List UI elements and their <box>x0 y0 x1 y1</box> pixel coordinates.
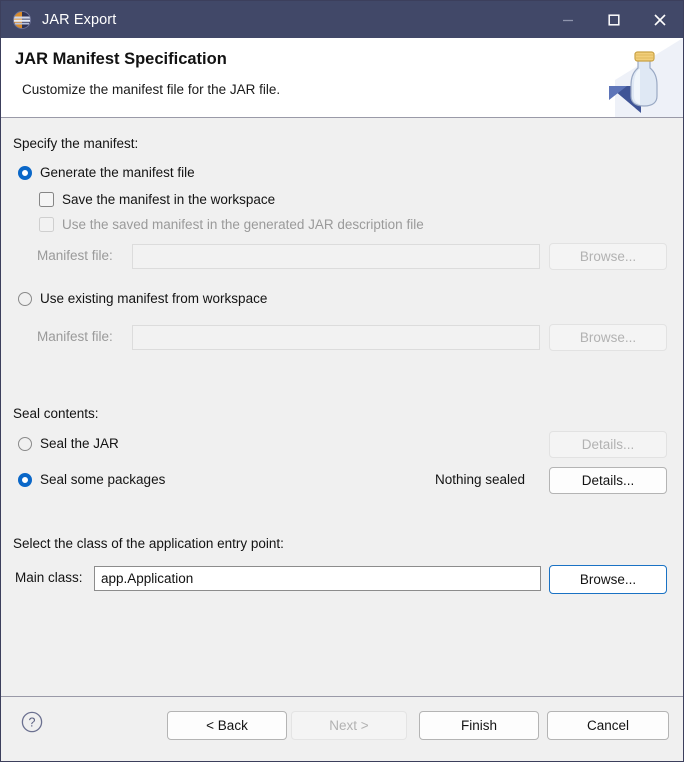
radio-seal-jar[interactable]: Seal the JAR <box>18 436 119 451</box>
checkbox-save-manifest-indicator <box>39 192 54 207</box>
radio-seal-some-packages[interactable]: Seal some packages <box>18 472 165 487</box>
next-button: Next > <box>291 711 407 740</box>
title-bar: JAR Export <box>1 1 683 38</box>
jar-export-dialog: JAR Export JAR Manifest Specification Cu… <box>0 0 684 762</box>
window-title: JAR Export <box>42 11 117 28</box>
existing-manifest-file-input <box>132 325 540 350</box>
main-class-input[interactable]: app.Application <box>94 566 541 591</box>
radio-use-existing-manifest-indicator <box>18 291 32 306</box>
back-button[interactable]: < Back <box>167 711 287 740</box>
radio-generate-manifest-indicator <box>18 165 32 180</box>
radio-seal-some-packages-label: Seal some packages <box>40 472 166 487</box>
dialog-content: Specify the manifest: Generate the manif… <box>1 118 683 697</box>
svg-text:?: ? <box>29 715 36 729</box>
radio-generate-manifest-label: Generate the manifest file <box>40 165 195 180</box>
minimize-icon[interactable] <box>545 1 591 38</box>
wizard-header: JAR Manifest Specification Customize the… <box>1 38 683 118</box>
checkbox-use-saved-manifest: Use the saved manifest in the generated … <box>39 217 424 232</box>
page-subtitle: Customize the manifest file for the JAR … <box>22 82 281 97</box>
seal-status-label: Nothing sealed <box>435 472 526 487</box>
entry-point-section-label: Select the class of the application entr… <box>13 536 284 551</box>
maximize-icon[interactable] <box>591 1 637 38</box>
close-icon[interactable] <box>637 1 683 38</box>
existing-manifest-file-label: Manifest file: <box>37 329 113 344</box>
finish-button[interactable]: Finish <box>419 711 539 740</box>
radio-seal-jar-label: Seal the JAR <box>40 436 119 451</box>
manifest-section-label: Specify the manifest: <box>13 136 139 151</box>
page-title: JAR Manifest Specification <box>15 50 227 68</box>
jar-export-icon <box>12 10 32 30</box>
help-icon[interactable]: ? <box>21 711 43 738</box>
seal-jar-details-button: Details... <box>549 431 667 458</box>
main-class-browse-button[interactable]: Browse... <box>549 565 667 594</box>
checkbox-use-saved-manifest-indicator <box>39 217 54 232</box>
checkbox-save-manifest-label: Save the manifest in the workspace <box>62 192 276 207</box>
generate-manifest-browse-button: Browse... <box>549 243 667 270</box>
seal-packages-details-button[interactable]: Details... <box>549 467 667 494</box>
main-class-label: Main class: <box>15 570 83 585</box>
existing-manifest-browse-button: Browse... <box>549 324 667 351</box>
seal-section-label: Seal contents: <box>13 406 99 421</box>
radio-use-existing-manifest[interactable]: Use existing manifest from workspace <box>18 291 267 306</box>
jar-bottle-icon <box>607 38 683 117</box>
radio-use-existing-manifest-label: Use existing manifest from workspace <box>40 291 268 306</box>
cancel-button[interactable]: Cancel <box>547 711 669 740</box>
checkbox-save-manifest[interactable]: Save the manifest in the workspace <box>39 192 275 207</box>
checkbox-use-saved-manifest-label: Use the saved manifest in the generated … <box>62 217 424 232</box>
dialog-footer: ? < Back Next > Finish Cancel <box>1 697 683 761</box>
radio-generate-manifest[interactable]: Generate the manifest file <box>18 165 195 180</box>
generate-manifest-file-label: Manifest file: <box>37 248 113 263</box>
window-controls <box>545 1 683 38</box>
radio-seal-jar-indicator <box>18 436 32 451</box>
generate-manifest-file-input <box>132 244 540 269</box>
radio-seal-some-packages-indicator <box>18 472 32 487</box>
